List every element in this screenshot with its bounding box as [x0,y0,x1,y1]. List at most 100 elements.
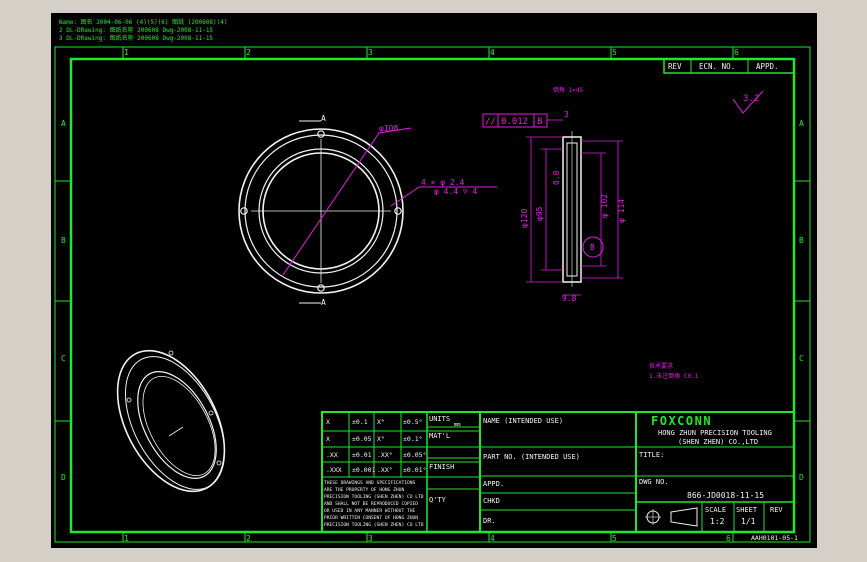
front-view: A A φ108 4 × φ 2.4 φ 4.4 ▽ 4 [238,114,497,307]
zone-col-4: 4 [490,48,495,57]
dim-d95: φ95 [535,206,544,221]
legal-line-5: OR USED IN ANY MANNER WITHOUT THE [324,508,416,514]
drawing-canvas: Name: 图名 2004-06-06 (4)(5)(6) 图纸 (200608… [51,13,817,548]
dwg-no-value: 866-JD0018-11-15 [687,491,764,500]
tol-r2-c2: .XX° [377,451,393,459]
zone-col-3: 3 [368,48,373,57]
units-label: UNITS [429,415,450,423]
roughness-symbol: 3.2 [732,90,764,114]
zone-col-2-bottom: 2 [246,534,251,543]
appd-label: APPD. [483,480,504,488]
zone-col-5: 5 [612,48,617,57]
tol-r3-c0: .XXX [326,466,342,474]
zone-row-a-right: A [799,119,804,128]
tol-r3-c3: ±0.01° [403,466,426,474]
zone-row-b-right: B [799,236,804,245]
tech-note-1: 技术要求 [649,362,673,370]
zone-row-a: A [61,119,66,128]
dwg-no-label: DWG NO. [639,478,669,486]
dim-bottom-98: 9.8 [562,294,577,303]
tol-r1-c0: X [326,435,330,443]
rev-header: REV [668,62,682,71]
matl-label: MAT'L [429,432,450,440]
dr-label: DR. [483,517,496,525]
tol-r0-c1: ±0.1 [352,418,368,426]
legal-line-2: ARE THE PROPERTY OF HONG ZHUN [324,487,404,493]
dim-d114: φ 114 [617,199,626,223]
legal-line-7: PRECISION TOOLING (SHEN ZHEN) CO LTD [324,522,424,528]
name-label: NAME (INTENDED USE) [483,417,563,425]
tol-r3-c2: .XX° [377,466,393,474]
tol-r2-c1: ±0.01 [352,451,372,459]
tolerance-symbol: // [485,117,496,127]
zone-col-1: 1 [124,48,129,57]
ecn-header: ECN. NO. [699,62,735,71]
zone-row-c-right: C [799,354,804,363]
diameter-108-label: φ108 [379,124,398,133]
zone-col-6: 6 [734,48,739,57]
company-line-1: HONG ZHUN PRECISION TOOLING [658,429,772,437]
projection-cone-icon [670,507,698,527]
title-block: X ±0.1 X° ±0.5° X ±0.05 X° ±0.1° .XX ±0.… [321,411,795,533]
tech-note-2: 1.未注倒角 C0.1 [649,372,699,380]
zone-row-b: B [61,236,66,245]
hole-note-2: φ 4.4 ▽ 4 [434,187,478,196]
finish-label: FINISH [429,463,454,471]
part-no-label: PART NO. (INTENDED USE) [483,453,580,461]
tol-r0-c2: X° [377,418,385,426]
side-view-top-note: 倒角 1×45 [553,86,583,94]
company-line-2: (SHEN ZHEN) CO.,LTD [678,438,758,446]
legal-line-6: PRIOR WRITTEN CONSENT OF HONG ZHUN [324,515,418,521]
zone-col-6-bottom: 6 [726,534,731,543]
note-line-2: 2 DL-DRawing: 图纸名称 200608 Dwg-2008-11-15 [59,26,213,34]
corner-id: AAH0101-05-1 [751,534,798,542]
tol-r0-c0: X [326,418,330,426]
side-view: φ120 φ95 φ 102 φ 114 0.8 // 0.012 B 3 倒角… [482,86,626,303]
zone-col-2: 2 [246,48,251,57]
note-line-1: Name: 图名 2004-06-06 (4)(5)(6) 图纸 (200608… [59,18,228,26]
qty-label: Q'TY [429,496,447,504]
scale-label: SCALE [705,506,726,514]
foxconn-logo: FOXCONN [651,414,712,428]
tol-r3-c1: ±0.001 [352,466,376,474]
section-mark-top: A [321,114,326,123]
tol-r2-c0: .XX [326,451,338,459]
units-value: mm [454,422,461,428]
section-mark-bottom: A [321,298,326,307]
tol-r1-c1: ±0.05 [352,435,372,443]
zone-row-d-right: D [799,473,804,482]
tolerance-datum: B [537,117,542,127]
appd-header: APPD. [756,62,779,71]
zone-row-d: D [61,473,66,482]
dim-d102: φ 102 [600,194,609,218]
zone-col-5-bottom: 5 [612,534,617,543]
revision-block: REV ECN. NO. APPD. [663,58,795,74]
tol-r1-c3: ±0.1° [403,435,423,443]
tol-r2-c3: ±0.05° [403,451,426,459]
zone-row-c: C [61,354,66,363]
scale-value: 1:2 [710,517,725,526]
datum-circle-label: B [590,243,595,252]
zone-col-3-bottom: 3 [368,534,373,543]
note-line-3: 3 DL-DRawing: 图纸名称 200608 Dwg-2008-11-15 [59,34,213,42]
inner-frame [69,57,796,534]
legal-line-1: THESE DRAWINGS AND SPECIFICATIONS [324,480,416,486]
tol-r0-c3: ±0.5° [403,418,423,426]
chkd-label: CHKD [483,497,500,505]
iso-view [116,349,226,493]
roughness-value: 3.2 [743,94,759,104]
dim-chamfer-08: 0.8 [552,170,561,185]
tolerance-value: 0.012 [501,117,528,127]
zone-col-4-bottom: 4 [490,534,495,543]
legal-line-4: AND SHALL NOT BE REPRODUCED COPIED [324,501,418,507]
dim-d120: φ120 [520,209,529,228]
tol-r1-c2: X° [377,435,385,443]
legal-line-3: PRECISION TOOLING (SHEN ZHEN) CO LTD [324,494,424,500]
dim-top-3: 3 [564,110,569,119]
sheet-value: 1/1 [741,517,756,526]
hole-note-1: 4 × φ 2.4 [421,178,465,187]
zone-col-1-bottom: 1 [124,534,129,543]
rev-label: REV [770,506,783,514]
sheet-label: SHEET [736,506,758,514]
engineering-drawing: Name: 图名 2004-06-06 (4)(5)(6) 图纸 (200608… [54,18,811,543]
